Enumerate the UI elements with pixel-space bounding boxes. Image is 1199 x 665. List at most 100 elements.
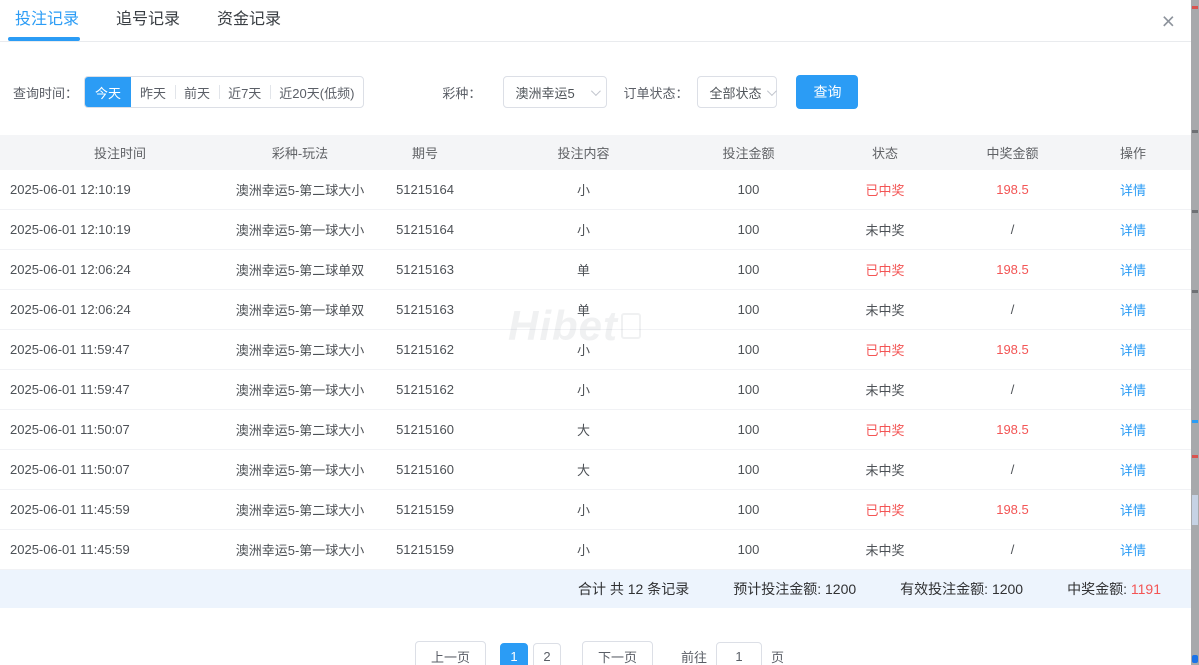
tab-label: 投注记录	[15, 10, 80, 28]
order-status-value: 全部状态	[709, 85, 762, 101]
query-button[interactable]: 查询	[796, 75, 859, 109]
goto-label: 前往	[681, 650, 708, 665]
bet-amount-cell: 100	[737, 342, 760, 357]
tab-funds-records[interactable]: 资金记录	[217, 0, 281, 42]
game-type-cell: 澳洲幸运5-第二球大小	[235, 503, 365, 518]
table-row: 2025-06-01 11:50:07 澳洲幸运5-第二球大小 51215160…	[0, 410, 1191, 450]
bet-content-cell: 大	[576, 463, 590, 478]
detail-link[interactable]: 详情	[1120, 460, 1146, 479]
filter-last-20-days-low-freq[interactable]: 近20天(低频)	[270, 77, 363, 107]
win-amount-cell: /	[1010, 222, 1015, 237]
next-page-button[interactable]: 下一页	[581, 641, 653, 665]
bet-time-cell: 2025-06-01 11:59:47	[10, 342, 130, 357]
page-number-label: 1	[510, 649, 518, 664]
table-row: 2025-06-01 12:10:19 澳洲幸运5-第二球大小 51215164…	[0, 170, 1191, 210]
bet-content-cell: 小	[576, 343, 590, 358]
summary-total-records: 合计 共 12 条记录	[577, 581, 690, 597]
pagination: 上一页 12 下一页 前往 页	[0, 641, 1199, 665]
tab-label: 资金记录	[217, 10, 282, 28]
status-cell: 未中奖	[865, 463, 905, 478]
status-cell: 已中奖	[865, 423, 905, 438]
status-cell: 未中奖	[865, 303, 905, 318]
table-row: 2025-06-01 11:45:59 澳洲幸运5-第一球大小 51215159…	[0, 530, 1191, 570]
bet-amount-cell: 100	[737, 542, 760, 557]
game-type-cell: 澳洲幸运5-第一球大小	[235, 383, 365, 398]
issue-cell: 51215160	[396, 462, 454, 477]
betting-records-modal: 投注记录 追号记录 资金记录 × 查询时间： 今天 昨天 前天 近7天 近20天(低频) 彩种…	[0, 0, 1199, 665]
detail-link[interactable]: 详情	[1120, 500, 1146, 519]
table-header-row: 投注时间 彩种-玩法 期号 投注内容 投注金额 状态 中奖金额 操作	[0, 135, 1191, 170]
lottery-type-value: 澳洲幸运5	[515, 85, 575, 101]
header-issue: 期号	[411, 146, 438, 161]
issue-cell: 51215164	[396, 182, 454, 197]
filter-yesterday[interactable]: 昨天	[131, 77, 175, 107]
goto-page: 前往 页	[681, 641, 785, 665]
bet-amount-cell: 100	[737, 462, 760, 477]
bet-content-cell: 小	[576, 543, 590, 558]
table-row: 2025-06-01 11:45:59 澳洲幸运5-第二球大小 51215159…	[0, 490, 1191, 530]
bet-amount-cell: 100	[737, 422, 760, 437]
game-type-cell: 澳洲幸运5-第二球大小	[235, 423, 365, 438]
status-cell: 已中奖	[865, 343, 905, 358]
tab-chase-number-records[interactable]: 追号记录	[116, 0, 180, 42]
win-amount-cell: 198.5	[996, 422, 1029, 437]
table-row: 2025-06-01 11:59:47 澳洲幸运5-第一球大小 51215162…	[0, 370, 1191, 410]
status-cell: 已中奖	[865, 503, 905, 518]
game-type-cell: 澳洲幸运5-第一球大小	[235, 223, 365, 238]
game-type-cell: 澳洲幸运5-第一球大小	[235, 543, 365, 558]
detail-link[interactable]: 详情	[1120, 180, 1146, 199]
detail-link[interactable]: 详情	[1120, 300, 1146, 319]
detail-link[interactable]: 详情	[1120, 220, 1146, 239]
table-row: 2025-06-01 12:06:24 澳洲幸运5-第一球单双 51215163…	[0, 290, 1191, 330]
status-cell: 未中奖	[865, 223, 905, 238]
filter-today[interactable]: 今天	[85, 77, 132, 107]
tab-bar: 投注记录 追号记录 资金记录 ×	[0, 0, 1199, 42]
status-cell: 未中奖	[865, 543, 905, 558]
bet-content-cell: 单	[576, 303, 590, 318]
detail-link[interactable]: 详情	[1120, 340, 1146, 359]
win-amount-cell: 198.5	[996, 502, 1029, 517]
lottery-type-select[interactable]: 澳洲幸运5	[503, 76, 608, 108]
summary-win-value: 1191	[1130, 581, 1161, 597]
query-time-label: 查询时间：	[13, 85, 79, 101]
summary-valid-amount: 有效投注金额: 1200	[900, 581, 1024, 597]
sliver-mark	[1192, 455, 1198, 458]
summary-win-label: 中奖金额:	[1067, 581, 1131, 597]
filter-last-7-days[interactable]: 近7天	[219, 77, 270, 107]
bet-time-cell: 2025-06-01 12:06:24	[10, 262, 131, 277]
sliver-mark	[1192, 130, 1198, 133]
bet-amount-cell: 100	[737, 502, 760, 517]
detail-link[interactable]: 详情	[1120, 380, 1146, 399]
table-row: 2025-06-01 12:10:19 澳洲幸运5-第一球大小 51215164…	[0, 210, 1191, 250]
page-number-2[interactable]: 2	[532, 642, 561, 665]
status-cell: 已中奖	[865, 263, 905, 278]
issue-cell: 51215162	[396, 342, 454, 357]
filter-day-before-yesterday[interactable]: 前天	[175, 77, 219, 107]
summary-bar: 合计 共 12 条记录 预计投注金额: 1200 有效投注金额: 1200 中奖…	[0, 570, 1191, 608]
lottery-type-label: 彩种：	[442, 85, 482, 101]
bet-time-cell: 2025-06-01 11:59:47	[10, 382, 130, 397]
sliver-mark	[1192, 495, 1198, 525]
bet-time-cell: 2025-06-01 11:50:07	[10, 462, 130, 477]
win-amount-cell: 198.5	[996, 342, 1029, 357]
bet-time-cell: 2025-06-01 11:50:07	[10, 422, 130, 437]
background-page-sliver	[1191, 0, 1199, 665]
issue-cell: 51215163	[396, 302, 454, 317]
tab-label: 追号记录	[116, 10, 181, 28]
tab-betting-records[interactable]: 投注记录	[7, 0, 81, 42]
page-number-1[interactable]: 1	[499, 642, 528, 665]
prev-page-button[interactable]: 上一页	[414, 641, 486, 665]
order-status-select[interactable]: 全部状态	[697, 76, 778, 108]
issue-cell: 51215162	[396, 382, 454, 397]
filter-option-label: 近7天	[228, 85, 262, 101]
goto-suffix: 页	[771, 650, 785, 665]
detail-link[interactable]: 详情	[1120, 420, 1146, 439]
detail-link[interactable]: 详情	[1120, 540, 1146, 559]
filter-bar: 查询时间： 今天 昨天 前天 近7天 近20天(低频) 彩种： 澳洲幸运5 订单状态： …	[13, 75, 1199, 109]
detail-link[interactable]: 详情	[1120, 260, 1146, 279]
close-icon[interactable]: ×	[1162, 6, 1175, 36]
goto-page-input[interactable]	[716, 641, 763, 665]
game-type-cell: 澳洲幸运5-第一球大小	[235, 463, 365, 478]
header-game-type: 彩种-玩法	[271, 146, 329, 161]
bet-time-cell: 2025-06-01 12:10:19	[10, 182, 131, 197]
